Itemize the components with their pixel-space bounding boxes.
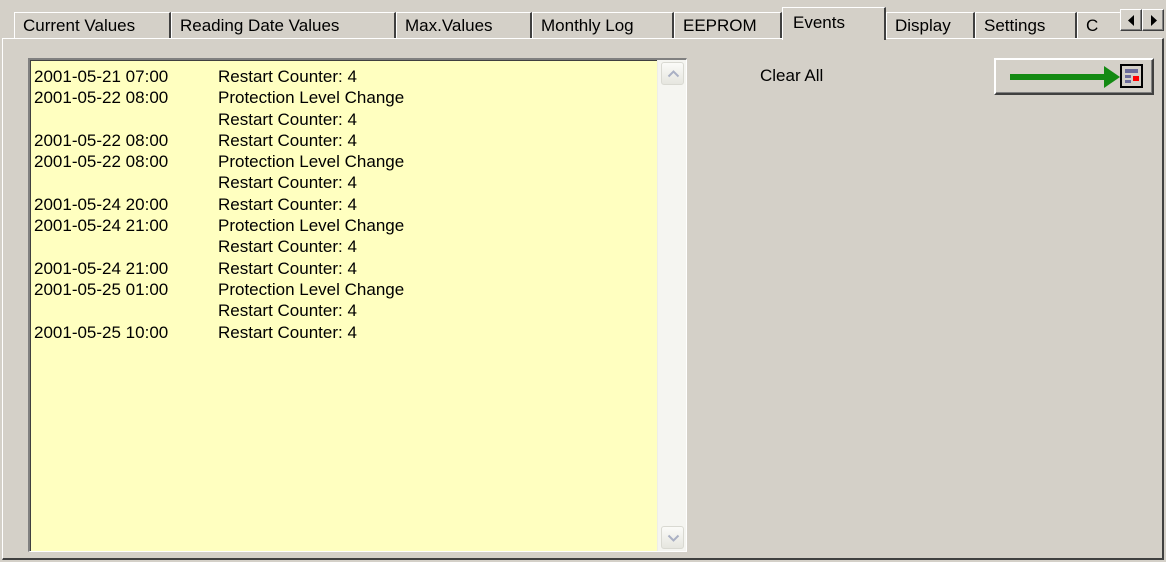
event-datetime: 2001-05-21 07:00 (34, 67, 169, 86)
events-rows: 2001-05-21 07:00 Restart Counter: 4 2001-0… (34, 66, 658, 343)
event-row[interactable]: Restart Counter: 4 (34, 172, 658, 193)
arrow-to-device-icon (1010, 64, 1143, 88)
arrow-left-icon (1128, 15, 1134, 26)
event-text: Protection Level Change (218, 88, 405, 108)
tab-monthly-log[interactable]: Monthly Log (532, 12, 674, 38)
event-text: Restart Counter: 4 (218, 237, 357, 257)
event-row[interactable]: 2001-05-22 08:00 Restart Counter: 4 (34, 130, 658, 151)
event-datetime: 2001-05-22 08:00 (34, 88, 169, 108)
tab-events[interactable]: Events (782, 7, 886, 40)
event-text: Protection Level Change (218, 152, 405, 172)
chevron-up-icon (667, 70, 680, 78)
event-datetime: 2001-05-24 20:00 (34, 194, 169, 214)
event-row[interactable]: 2001-05-25 01:00 Protection Level Change (34, 279, 658, 300)
chevron-down-icon (667, 534, 680, 542)
events-list[interactable]: 2001-05-21 07:00 Restart Counter: 4 2001-0… (28, 58, 687, 552)
event-datetime: 2001-05-25 10:00 (34, 322, 169, 342)
tab-reading-date-values[interactable]: Reading Date Values (171, 12, 396, 38)
event-text: Restart Counter: 4 (218, 109, 357, 129)
event-row[interactable]: Restart Counter: 4 (34, 300, 658, 321)
tab-c[interactable]: C (1077, 12, 1122, 38)
arrow-right-icon (1151, 15, 1157, 26)
tab-eeprom[interactable]: EEPROM (674, 12, 782, 38)
event-row[interactable]: 2001-05-24 21:00 Protection Level Change (34, 215, 658, 236)
event-datetime: 2001-05-25 01:00 (34, 279, 169, 299)
event-text: Restart Counter: 4 (218, 301, 357, 321)
event-datetime: 2001-05-24 21:00 (34, 216, 169, 236)
tab-scroll-right-button[interactable] (1142, 9, 1164, 31)
event-datetime: 2001-05-24 21:00 (34, 258, 169, 278)
event-datetime: 2001-05-22 08:00 (34, 130, 169, 150)
tab-strip: Current Values Reading Date Values Max.V… (0, 0, 1166, 40)
event-text: Restart Counter: 4 (218, 173, 357, 193)
event-row[interactable]: 2001-05-24 20:00 Restart Counter: 4 (34, 194, 658, 215)
event-row[interactable]: 2001-05-24 21:00 Restart Counter: 4 (34, 258, 658, 279)
event-row[interactable]: 2001-05-22 08:00 Protection Level Change (34, 151, 658, 172)
event-text: Protection Level Change (218, 279, 405, 299)
tab-display[interactable]: Display (886, 12, 975, 38)
event-row[interactable]: Restart Counter: 4 (34, 109, 658, 130)
clear-all-button[interactable]: Clear All (760, 65, 823, 87)
event-text: Protection Level Change (218, 216, 405, 236)
tab-current-values[interactable]: Current Values (14, 12, 171, 38)
scroll-up-button[interactable] (661, 62, 684, 85)
event-row[interactable]: 2001-05-22 08:00 Protection Level Change (34, 87, 658, 108)
event-text: Restart Counter: 4 (218, 322, 357, 342)
scroll-down-button[interactable] (661, 526, 684, 549)
event-text: Restart Counter: 4 (218, 130, 357, 150)
event-row[interactable]: 2001-05-25 10:00 Restart Counter: 4 (34, 322, 658, 343)
tab-settings[interactable]: Settings (975, 12, 1077, 38)
event-text: Restart Counter: 4 (218, 194, 357, 214)
event-datetime: 2001-05-22 08:00 (34, 152, 169, 172)
event-row[interactable]: 2001-05-21 07:00 Restart Counter: 4 (34, 66, 658, 87)
export-button[interactable] (994, 58, 1154, 95)
event-row[interactable]: Restart Counter: 4 (34, 236, 658, 257)
event-text: Restart Counter: 4 (218, 258, 357, 278)
event-text: Restart Counter: 4 (218, 67, 357, 86)
tab-max-values[interactable]: Max.Values (396, 12, 532, 38)
events-list-scrollbar[interactable] (657, 60, 686, 551)
tab-scroll-left-button[interactable] (1120, 9, 1142, 31)
